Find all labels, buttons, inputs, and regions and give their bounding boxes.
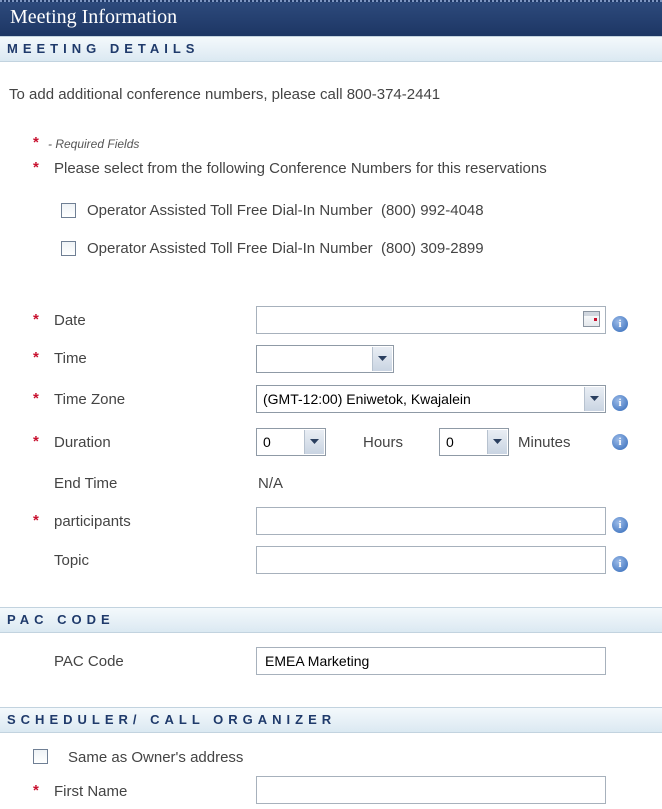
first-name-input[interactable] [256,776,606,804]
required-fields-note: - Required Fields [48,137,140,151]
topic-input[interactable] [256,546,606,574]
section-header-scheduler: SCHEDULER/ CALL ORGANIZER [0,707,662,733]
required-star: * [33,134,39,151]
conference-info-text: To add additional conference numbers, pl… [9,86,441,103]
duration-hours-value: 0 [263,434,271,450]
info-icon[interactable]: i [612,395,628,411]
pac-code-input[interactable]: EMEA Marketing [256,647,606,675]
calendar-icon[interactable] [583,311,600,327]
same-as-owner-checkbox[interactable] [33,749,48,764]
required-star: * [33,390,39,407]
date-label: Date [54,312,86,329]
topic-label: Topic [54,552,90,569]
end-time-value: N/A [258,475,284,492]
first-name-label: First Name [54,783,128,800]
duration-label: Duration [54,434,111,451]
required-star: * [33,433,39,450]
required-star: * [33,782,39,799]
conference-number-phone: (800) 309-2899 [381,240,484,257]
date-input[interactable] [256,306,606,334]
required-star: * [33,512,39,529]
info-icon[interactable]: i [612,517,628,533]
duration-hours-select[interactable]: 0 [256,428,326,456]
required-star: * [33,349,39,366]
hours-label: Hours [363,434,404,451]
required-star: * [33,311,39,328]
conference-number-phone: (800) 992-4048 [381,202,484,219]
minutes-label: Minutes [518,434,571,451]
conference-number-checkbox[interactable] [61,241,76,256]
conference-number-text: Operator Assisted Toll Free Dial-In Numb… [87,240,373,257]
section-title: SCHEDULER/ CALL ORGANIZER [7,712,337,727]
time-zone-select-value: (GMT-12:00) Eniwetok, Kwajalein [263,391,471,407]
required-star: * [33,159,39,176]
section-title: MEETING DETAILS [7,41,200,56]
chevron-down-icon[interactable] [304,430,324,454]
section-title: PAC CODE [7,612,115,627]
section-header-meeting-details: MEETING DETAILS [0,36,662,62]
chevron-down-icon[interactable] [487,430,507,454]
section-header-pac-code: PAC CODE [0,607,662,633]
conference-number-label: Operator Assisted Toll Free Dial-In Numb… [87,240,484,257]
time-select[interactable] [256,345,394,373]
info-icon[interactable]: i [612,556,628,572]
pac-code-label: PAC Code [54,653,124,670]
info-icon[interactable]: i [612,434,628,450]
same-as-owner-label: Same as Owner's address [68,749,244,766]
conference-number-text: Operator Assisted Toll Free Dial-In Numb… [87,202,373,219]
end-time-label: End Time [54,475,118,492]
time-zone-label: Time Zone [54,391,126,408]
participants-label: participants [54,513,131,530]
conference-number-label: Operator Assisted Toll Free Dial-In Numb… [87,202,484,219]
conference-number-checkbox[interactable] [61,203,76,218]
info-icon[interactable]: i [612,316,628,332]
chevron-down-icon[interactable] [584,387,604,411]
duration-minutes-value: 0 [446,434,454,450]
window-title-bar: Meeting Information [0,0,662,36]
chevron-down-icon[interactable] [372,347,392,371]
participants-input[interactable] [256,507,606,535]
duration-minutes-select[interactable]: 0 [439,428,509,456]
page-title: Meeting Information [10,6,178,28]
conference-select-prompt: Please select from the following Confere… [54,160,547,177]
time-zone-select[interactable]: (GMT-12:00) Eniwetok, Kwajalein [256,385,606,413]
time-label: Time [54,350,87,367]
